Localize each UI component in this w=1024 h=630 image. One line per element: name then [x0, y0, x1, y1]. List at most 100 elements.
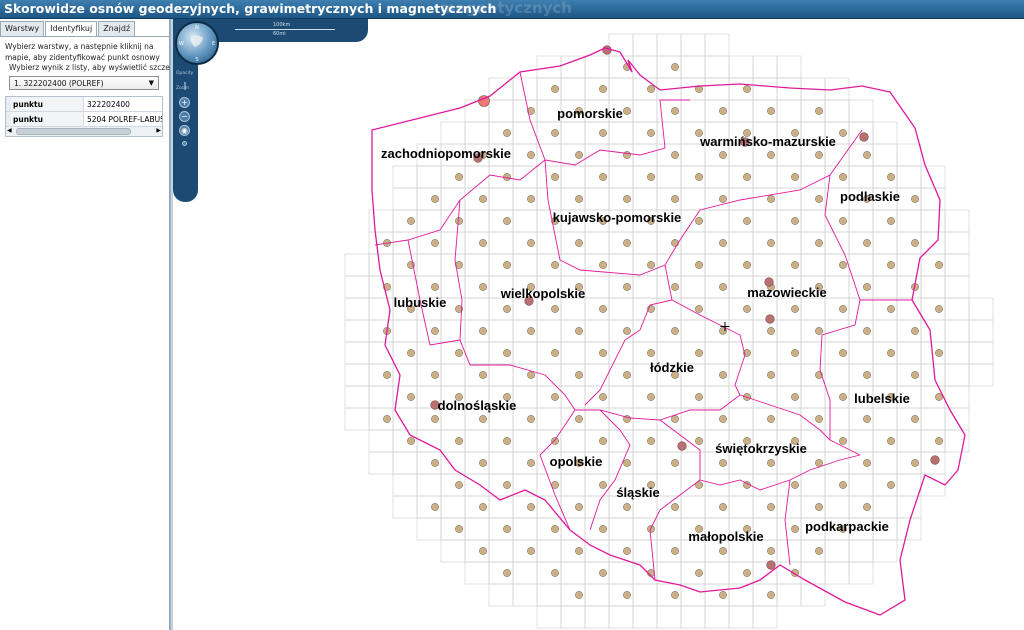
- grid-sheet: [896, 473, 922, 497]
- grid-sheet: [728, 55, 754, 79]
- grid-sheet: [824, 319, 850, 343]
- grid-sheet: [632, 275, 658, 299]
- tab-znajdz[interactable]: Znajdź: [98, 21, 136, 36]
- survey-point: [839, 481, 847, 489]
- grid-sheet: [608, 121, 634, 145]
- grid-sheet: [632, 99, 658, 123]
- survey-point: [815, 151, 823, 159]
- survey-point: [407, 217, 415, 225]
- survey-point-highlight: [930, 455, 940, 465]
- grid-sheet: [416, 209, 442, 233]
- scrollbar-thumb[interactable]: [16, 128, 131, 135]
- survey-point: [887, 305, 895, 313]
- scroll-right-icon[interactable]: ▶: [156, 127, 161, 134]
- grid-sheet: [680, 55, 706, 79]
- grid-sheet: [776, 319, 802, 343]
- grid-sheet: [608, 77, 634, 101]
- map-view[interactable]: pomorskie warmińsko-mazurskie zachodniopom…: [174, 19, 1024, 630]
- grid-sheet: [560, 253, 586, 277]
- grid-sheet: [872, 495, 898, 519]
- grid-sheet: [464, 473, 490, 497]
- survey-point: [623, 371, 631, 379]
- survey-point: [503, 481, 511, 489]
- survey-point: [671, 151, 679, 159]
- survey-point: [575, 371, 583, 379]
- grid-sheet: [512, 209, 538, 233]
- grid-sheet: [776, 99, 802, 123]
- survey-point: [527, 327, 535, 335]
- grid-sheet: [488, 451, 514, 475]
- survey-point: [551, 173, 559, 181]
- region-label: śląskie: [616, 485, 659, 500]
- tab-identyfikuj[interactable]: Identyfikuj: [45, 21, 98, 36]
- grid-sheet: [392, 165, 418, 189]
- region-label: pomorskie: [557, 106, 623, 121]
- grid-sheet: [368, 451, 394, 475]
- grid-sheet: [536, 363, 562, 387]
- grid-sheet: [680, 319, 706, 343]
- survey-point: [479, 415, 487, 423]
- survey-point: [551, 261, 559, 269]
- scroll-left-icon[interactable]: ◀: [7, 127, 12, 134]
- survey-point: [551, 525, 559, 533]
- region-label: wielkopolskie: [500, 286, 586, 301]
- survey-point: [767, 195, 775, 203]
- survey-point: [887, 173, 895, 181]
- grid-sheet: [656, 517, 682, 541]
- survey-point: [863, 327, 871, 335]
- survey-point: [887, 437, 895, 445]
- grid-sheet: [776, 363, 802, 387]
- grid-sheet: [512, 517, 538, 541]
- grid-sheet: [488, 539, 514, 563]
- grid-sheet: [632, 187, 658, 211]
- survey-point: [647, 437, 655, 445]
- survey-point: [695, 437, 703, 445]
- grid-sheet: [560, 429, 586, 453]
- grid-sheet: [464, 253, 490, 277]
- grid-sheet: [920, 407, 946, 431]
- grid-sheet: [800, 385, 826, 409]
- grid-sheet: [392, 231, 418, 255]
- grid-sheet: [680, 407, 706, 431]
- grid-sheet: [632, 319, 658, 343]
- region-label: dolnośląskie: [438, 398, 517, 413]
- grid-sheet: [704, 209, 730, 233]
- survey-point: [719, 151, 727, 159]
- result-select-value: 1. 322202400 (POLREF): [14, 79, 104, 88]
- survey-point: [599, 349, 607, 357]
- grid-sheet: [464, 517, 490, 541]
- survey-point: [479, 195, 487, 203]
- grid-sheet: [680, 275, 706, 299]
- survey-point: [743, 217, 751, 225]
- survey-point: [887, 261, 895, 269]
- grid-sheet: [608, 165, 634, 189]
- grid-sheet: [512, 583, 538, 607]
- grid-sheet: [584, 143, 610, 167]
- identify-instructions: Wybierz warstwy, a następnie kliknij na …: [5, 42, 160, 62]
- grid-sheet: [656, 473, 682, 497]
- survey-point: [599, 305, 607, 313]
- grid-sheet: [920, 187, 946, 211]
- grid-sheet: [848, 253, 874, 277]
- survey-point: [719, 591, 727, 599]
- horizontal-scrollbar[interactable]: ◀ ▶: [6, 127, 162, 136]
- grid-sheet: [488, 319, 514, 343]
- survey-point: [455, 173, 463, 181]
- grid-sheet: [344, 297, 370, 321]
- map-canvas[interactable]: pomorskie warmińsko-mazurskie zachodniopom…: [174, 19, 1024, 630]
- survey-point: [503, 437, 511, 445]
- grid-sheet: [728, 495, 754, 519]
- survey-point: [431, 195, 439, 203]
- grid-sheet: [344, 319, 370, 343]
- survey-point: [623, 327, 631, 335]
- tab-warstwy[interactable]: Warstwy: [0, 21, 45, 36]
- survey-point: [503, 261, 511, 269]
- result-select[interactable]: 1. 322202400 (POLREF) ▼: [9, 76, 159, 90]
- survey-point: [767, 503, 775, 511]
- grid-sheet: [824, 231, 850, 255]
- survey-point: [863, 415, 871, 423]
- survey-point-highlight: [859, 132, 869, 142]
- survey-point: [743, 85, 751, 93]
- survey-point: [575, 239, 583, 247]
- grid-sheet: [584, 55, 610, 79]
